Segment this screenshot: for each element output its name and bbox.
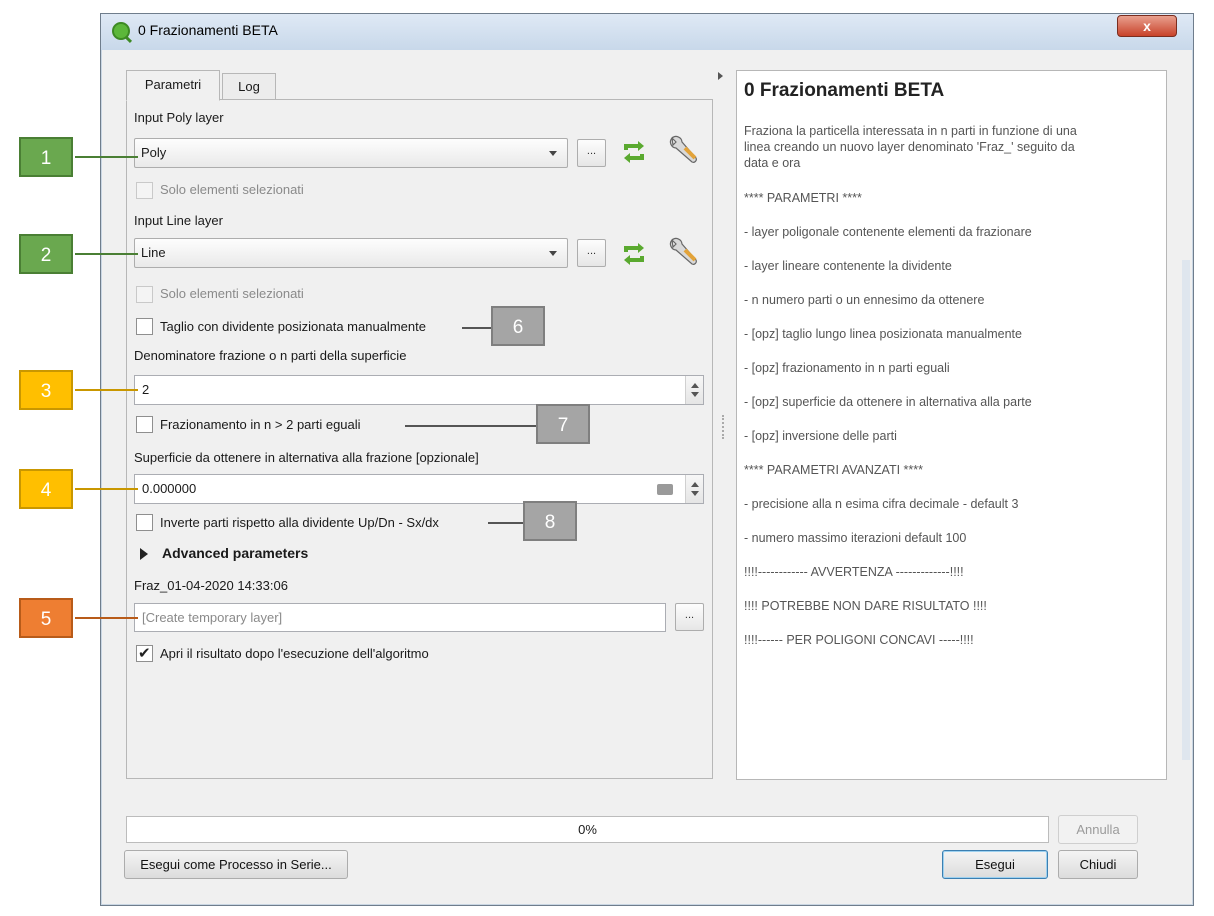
annotation-badge-4: 4 [19, 469, 73, 509]
help-line: !!!!------ PER POLIGONI CONCAVI -----!!!… [744, 633, 974, 647]
wrench-icon[interactable] [666, 236, 700, 268]
invert-checkbox[interactable] [136, 514, 153, 531]
output-name-label: Fraz_01-04-2020 14:33:06 [134, 578, 288, 593]
denominator-label: Denominatore frazione o n parti della su… [134, 348, 407, 363]
wrench-icon[interactable] [666, 134, 700, 166]
poly-layer-label: Input Poly layer [134, 110, 224, 125]
help-panel [736, 70, 1167, 780]
help-line: - n numero parti o un ennesimo da ottene… [744, 293, 985, 307]
output-layer-input[interactable]: [Create temporary layer] [134, 603, 666, 632]
help-title: 0 Frazionamenti BETA [744, 80, 945, 101]
progress-label: 0% [578, 822, 597, 837]
annotation-leader [75, 617, 138, 619]
invert-label: Inverte parti rispetto alla dividente Up… [160, 515, 439, 530]
poly-selected-label: Solo elementi selezionati [160, 182, 304, 197]
iterate-icon[interactable] [620, 138, 648, 166]
help-line: - precisione alla n esima cifra decimale… [744, 497, 1019, 511]
close-button[interactable]: Chiudi [1058, 850, 1138, 879]
tab-parametri[interactable]: Parametri [126, 70, 220, 101]
help-intro-line: linea creando un nuovo layer denominato … [744, 140, 1075, 154]
annotation-badge-7: 7 [536, 404, 590, 444]
run-button[interactable]: Esegui [942, 850, 1048, 879]
annotation-badge-6: 6 [491, 306, 545, 346]
help-line: **** PARAMETRI **** [744, 191, 862, 205]
denominator-value: 2 [142, 382, 150, 397]
help-line: - numero massimo iterazioni default 100 [744, 531, 967, 545]
window-title: 0 Frazionamenti BETA [138, 22, 278, 38]
line-selected-checkbox[interactable] [136, 286, 153, 303]
poly-layer-value: Poly [141, 145, 167, 160]
denominator-input[interactable]: 2 [134, 375, 704, 405]
tab-log[interactable]: Log [222, 73, 276, 100]
equal-parts-label: Frazionamento in n > 2 parti eguali [160, 417, 361, 432]
output-browse-button[interactable]: ... [675, 603, 704, 631]
batch-process-button[interactable]: Esegui come Processo in Serie... [124, 850, 348, 879]
poly-browse-button[interactable]: ... [577, 139, 606, 167]
help-line: - [opz] inversione delle parti [744, 429, 897, 443]
help-line: - [opz] taglio lungo linea posizionata m… [744, 327, 1022, 341]
help-line: !!!!------------ AVVERTENZA ------------… [744, 565, 964, 579]
help-line: - layer lineare contenente la dividente [744, 259, 952, 273]
cancel-button[interactable]: Annulla [1058, 815, 1138, 844]
help-line: - [opz] superficie da ottenere in altern… [744, 395, 1032, 409]
advanced-parameters-toggle[interactable]: Advanced parameters [162, 545, 308, 561]
annotation-badge-1: 1 [19, 137, 73, 177]
progress-bar: 0% [126, 816, 1049, 843]
poly-layer-combo[interactable]: Poly [134, 138, 568, 168]
annotation-leader [75, 389, 138, 391]
clear-icon[interactable] [657, 484, 673, 495]
poly-selected-checkbox[interactable] [136, 182, 153, 199]
area-label: Superficie da ottenere in alternativa al… [134, 450, 479, 465]
annotation-leader [75, 253, 138, 255]
spin-buttons[interactable] [685, 376, 703, 404]
annotation-badge-2: 2 [19, 234, 73, 274]
chevron-down-icon [549, 251, 557, 256]
area-value: 0.000000 [142, 481, 197, 496]
qgis-logo-icon [112, 22, 130, 40]
help-intro-line: data e ora [744, 156, 801, 170]
line-layer-label: Input Line layer [134, 213, 223, 228]
line-layer-combo[interactable]: Line [134, 238, 568, 268]
annotation-badge-8: 8 [523, 501, 577, 541]
annotation-badge-5: 5 [19, 598, 73, 638]
help-line: **** PARAMETRI AVANZATI **** [744, 463, 923, 477]
iterate-icon[interactable] [620, 240, 648, 268]
annotation-leader [75, 488, 138, 490]
collapse-arrow-icon[interactable] [718, 72, 723, 80]
open-result-label: Apri il risultato dopo l'esecuzione dell… [160, 646, 429, 661]
annotation-badge-3: 3 [19, 370, 73, 410]
expand-triangle-icon[interactable] [140, 548, 148, 560]
parameters-panel [126, 99, 713, 779]
help-line: - layer poligonale contenente elementi d… [744, 225, 1032, 239]
annotation-leader [462, 327, 492, 329]
help-line: - [opz] frazionamento in n parti eguali [744, 361, 950, 375]
manual-cut-checkbox[interactable] [136, 318, 153, 335]
chevron-down-icon [549, 151, 557, 156]
line-layer-value: Line [141, 245, 166, 260]
annotation-leader [488, 522, 524, 524]
line-browse-button[interactable]: ... [577, 239, 606, 267]
area-input[interactable]: 0.000000 [134, 474, 704, 504]
close-window-button[interactable]: x [1117, 15, 1177, 37]
spin-buttons[interactable] [685, 475, 703, 503]
splitter-handle[interactable] [722, 415, 724, 439]
output-placeholder: [Create temporary layer] [142, 610, 283, 625]
help-line: !!!! POTREBBE NON DARE RISULTATO !!!! [744, 599, 987, 613]
annotation-leader [405, 425, 537, 427]
equal-parts-checkbox[interactable] [136, 416, 153, 433]
manual-cut-label: Taglio con dividente posizionata manualm… [160, 319, 426, 334]
annotation-leader [75, 156, 138, 158]
line-selected-label: Solo elementi selezionati [160, 286, 304, 301]
scrollbar[interactable] [1182, 260, 1190, 760]
open-result-checkbox[interactable] [136, 644, 153, 662]
help-intro-line: Fraziona la particella interessata in n … [744, 124, 1077, 138]
